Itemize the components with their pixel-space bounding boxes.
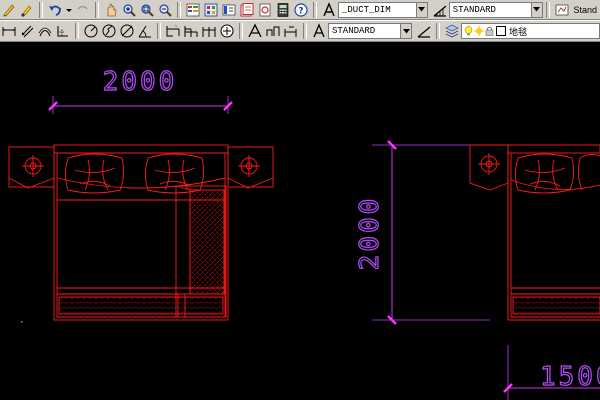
chevron-down-icon[interactable] <box>415 1 428 18</box>
dimension-style-select[interactable]: STANDARD <box>328 23 412 39</box>
dimension-style-combo[interactable]: _DUCT_DIM <box>338 1 428 18</box>
design-center-icon[interactable] <box>203 2 219 18</box>
calculator-icon[interactable] <box>275 2 291 18</box>
tool-palettes-icon[interactable] <box>221 2 237 18</box>
dimension-edit-icon[interactable] <box>283 23 299 39</box>
continue-dimension-icon[interactable] <box>201 23 217 39</box>
redo-icon[interactable] <box>75 2 91 18</box>
pan-icon[interactable] <box>103 2 119 18</box>
dimension-text-width-bottom: 1500 <box>540 362 600 392</box>
zoom-realtime-icon[interactable] <box>121 2 137 18</box>
svg-text:?: ? <box>298 6 303 16</box>
zoom-window-icon[interactable] <box>139 2 155 18</box>
ordinate-dimension-icon[interactable] <box>55 23 71 39</box>
pencil-icon[interactable] <box>1 2 17 18</box>
dimension-style-combo-value: _DUCT_DIM <box>342 4 391 15</box>
quick-dimension-icon[interactable] <box>165 23 181 39</box>
dimension-text-length-side: 2000 <box>355 196 385 271</box>
chevron-down-icon[interactable] <box>400 23 412 39</box>
dimension-toolbar: STANDARD 地毯 <box>0 20 600 42</box>
plot-style-icon[interactable] <box>554 2 570 18</box>
drawing-canvas[interactable]: 2000 2000 1500 <box>0 42 600 400</box>
arc-length-icon[interactable] <box>37 23 53 39</box>
zoom-previous-icon[interactable] <box>157 2 173 18</box>
plot-style-label[interactable]: Stand <box>571 5 600 15</box>
radius-dimension-icon[interactable] <box>83 23 99 39</box>
text-style-icon[interactable] <box>321 1 337 18</box>
help-icon[interactable]: ? <box>293 2 309 18</box>
dimension-style-icon[interactable] <box>311 23 327 39</box>
dimension-style-manager-icon[interactable] <box>416 23 432 39</box>
table-style-icon[interactable] <box>432 2 448 18</box>
undo-dropdown-icon[interactable] <box>65 2 73 18</box>
properties-icon[interactable] <box>185 2 201 18</box>
tolerance-icon[interactable] <box>247 23 263 39</box>
sun-icon <box>474 26 484 36</box>
dimension-text-width-top: 2000 <box>103 67 178 97</box>
lightbulb-icon <box>464 26 473 36</box>
table-style-combo[interactable]: STANDARD <box>448 1 543 18</box>
layer-color-swatch <box>496 26 506 36</box>
standard-toolbar: ? _DUCT_DIM STANDARD Stand <box>0 0 600 20</box>
chevron-down-icon[interactable] <box>530 1 543 18</box>
stray-point <box>21 321 23 323</box>
center-mark-icon[interactable] <box>265 23 281 39</box>
jogged-radius-icon[interactable] <box>101 23 117 39</box>
diameter-dimension-icon[interactable] <box>119 23 135 39</box>
baseline-dimension-icon[interactable] <box>183 23 199 39</box>
table-style-combo-value: STANDARD <box>452 4 496 15</box>
angular-dimension-icon[interactable] <box>137 23 153 39</box>
aligned-dimension-icon[interactable] <box>19 23 35 39</box>
sheet-set-icon[interactable] <box>239 2 255 18</box>
layer-combo[interactable]: 地毯 <box>461 23 600 39</box>
linear-dimension-icon[interactable] <box>1 23 17 39</box>
markup-icon[interactable] <box>257 2 273 18</box>
leader-icon[interactable] <box>219 23 235 39</box>
undo-icon[interactable] <box>47 2 63 18</box>
layer-name: 地毯 <box>509 27 528 38</box>
dimension-style-select-value: STANDARD <box>332 26 376 36</box>
layer-lock-icon <box>485 26 494 36</box>
layer-manager-icon[interactable] <box>444 23 460 39</box>
brush-icon[interactable] <box>19 2 35 18</box>
